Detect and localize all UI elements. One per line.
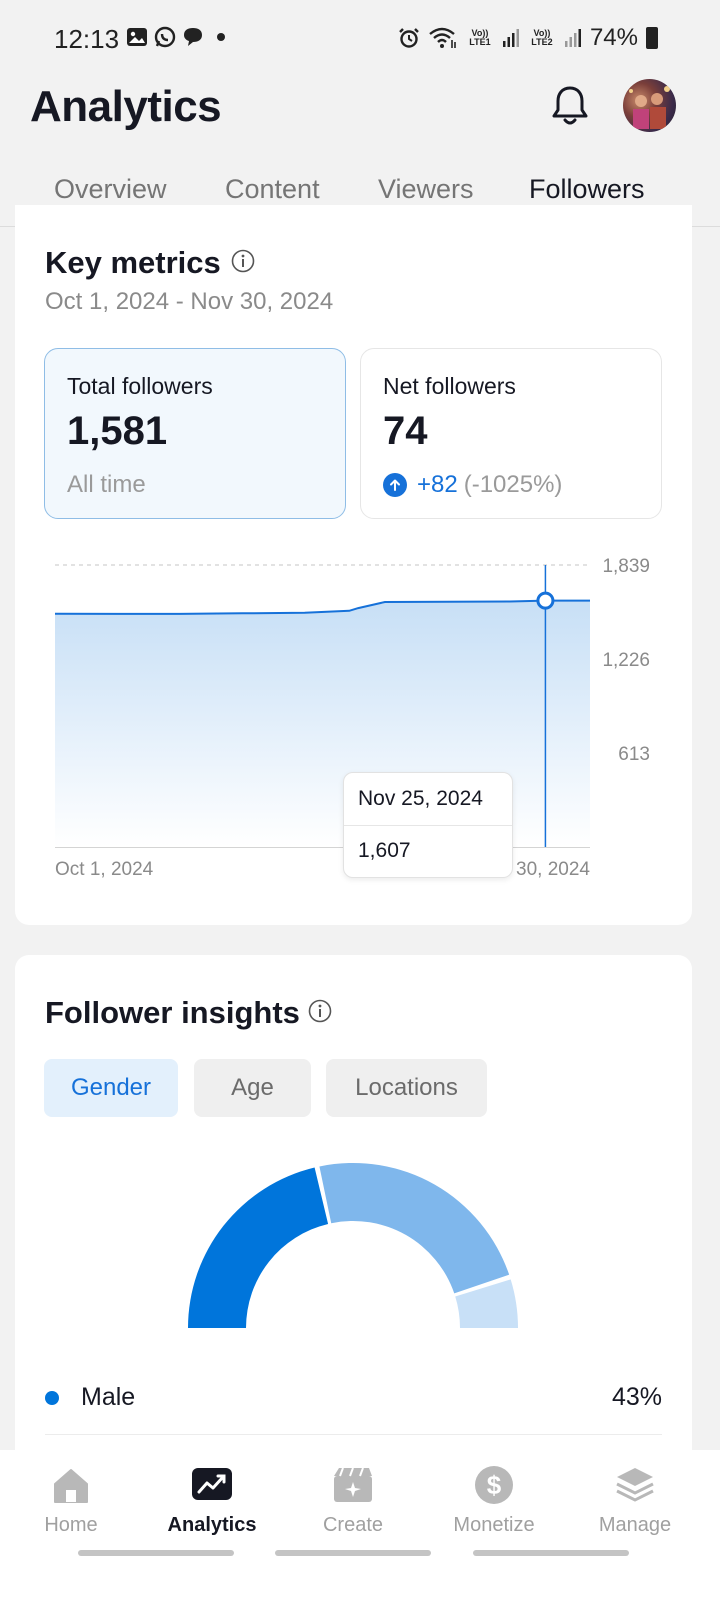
alarm-icon xyxy=(399,28,419,48)
y-tick-label: 1,226 xyxy=(602,650,650,671)
legend-row-male: Male 43% xyxy=(45,1375,662,1435)
system-icons: Vo)) LTE1 Vo)) LTE2 74% xyxy=(398,24,658,52)
signal-icon xyxy=(564,29,581,47)
total-followers-label: Total followers xyxy=(67,373,213,399)
chip-age[interactable]: Age xyxy=(194,1059,311,1117)
net-followers-delta: +82 (-1025%) xyxy=(383,471,562,499)
key-metrics-card: Key metrics Oct 1, 2024 - Nov 30, 2024 T… xyxy=(15,205,692,925)
chip-gender[interactable]: Gender xyxy=(44,1059,178,1117)
gesture-bar xyxy=(78,1550,234,1556)
total-followers-subtext: All time xyxy=(67,471,146,498)
tooltip-value: 1,607 xyxy=(358,839,411,862)
nav-monetize[interactable]: $ Monetize xyxy=(434,1464,554,1537)
gallery-icon xyxy=(127,28,147,46)
legend-dot-male xyxy=(45,1391,59,1405)
gesture-bar xyxy=(275,1550,431,1556)
manage-icon xyxy=(616,1468,654,1502)
notification-icons xyxy=(126,26,232,48)
dot-icon xyxy=(217,33,225,41)
y-tick-label: 613 xyxy=(618,744,650,765)
analytics-icon xyxy=(192,1468,232,1500)
net-followers-label: Net followers xyxy=(383,373,516,399)
delta-value: +82 xyxy=(417,471,458,498)
tab-content[interactable]: Content xyxy=(225,174,320,205)
page-title: Analytics xyxy=(30,82,222,131)
delta-percent: (-1025%) xyxy=(463,471,563,498)
nav-analytics-label: Analytics xyxy=(167,1514,257,1536)
total-followers-card[interactable]: Total followers 1,581 All time xyxy=(44,348,346,519)
gesture-bar xyxy=(473,1550,629,1556)
nav-home[interactable]: Home xyxy=(11,1464,131,1537)
x-tick-label: Oct 1, 2024 xyxy=(55,859,154,880)
battery-percent: 74% xyxy=(589,24,638,51)
avatar[interactable] xyxy=(623,79,676,132)
battery-icon xyxy=(646,27,658,49)
nav-create-label: Create xyxy=(322,1514,384,1536)
home-icon xyxy=(54,1469,88,1503)
y-tick-label: 1,839 xyxy=(602,556,650,577)
tooltip-divider xyxy=(344,825,512,826)
follower-insights-card: Follower insights Gender Age Locations M… xyxy=(15,955,692,1475)
tooltip-date: Nov 25, 2024 xyxy=(358,787,483,810)
status-bar: 12:13 Vo)) LTE1 Vo)) LTE2 74% xyxy=(0,0,720,78)
sim1-label: Vo)) LTE1 xyxy=(469,28,491,47)
create-icon xyxy=(334,1467,372,1502)
status-time: 12:13 xyxy=(54,24,120,54)
bottom-nav: Home Analytics Create $ Monetize Manage xyxy=(0,1450,720,1600)
chart-tooltip: Nov 25, 2024 1,607 xyxy=(343,772,513,878)
nav-manage-label: Manage xyxy=(598,1514,672,1536)
follower-insights-title: Follower insights xyxy=(45,995,300,1030)
chip-locations[interactable]: Locations xyxy=(326,1059,487,1117)
net-followers-card[interactable]: Net followers 74 +82 (-1025%) xyxy=(360,348,662,519)
nav-monetize-label: Monetize xyxy=(453,1514,535,1536)
tab-followers[interactable]: Followers xyxy=(529,174,645,205)
arrow-up-icon xyxy=(383,473,407,497)
donut-segment xyxy=(319,1163,510,1294)
monetize-icon: $ xyxy=(475,1466,513,1504)
nav-create[interactable]: Create xyxy=(293,1464,413,1537)
tab-overview[interactable]: Overview xyxy=(54,174,167,205)
nav-home-label: Home xyxy=(44,1514,98,1536)
gender-donut-chart xyxy=(188,1163,518,1328)
nav-manage[interactable]: Manage xyxy=(575,1464,695,1537)
chat-icon xyxy=(184,28,202,46)
net-followers-value: 74 xyxy=(383,409,428,453)
date-range: Oct 1, 2024 - Nov 30, 2024 xyxy=(45,288,334,315)
data-point-selected[interactable] xyxy=(536,591,555,610)
notifications-button[interactable] xyxy=(546,82,594,130)
tab-viewers[interactable]: Viewers xyxy=(378,174,474,205)
wifi-icon xyxy=(429,27,456,48)
info-icon[interactable] xyxy=(231,249,255,273)
donut-segment xyxy=(188,1167,329,1328)
svg-text:$: $ xyxy=(487,1470,502,1500)
bell-icon xyxy=(552,86,588,125)
key-metrics-title: Key metrics xyxy=(45,245,221,280)
sim2-label: Vo)) LTE2 xyxy=(531,28,553,47)
legend-value-male: 43% xyxy=(611,1383,662,1411)
avatar-image xyxy=(629,86,670,129)
nav-analytics[interactable]: Analytics xyxy=(152,1464,272,1537)
total-followers-value: 1,581 xyxy=(67,409,168,453)
legend-label-male: Male xyxy=(81,1383,136,1411)
whatsapp-icon xyxy=(154,26,176,48)
info-icon[interactable] xyxy=(308,999,332,1023)
signal-icon xyxy=(502,29,519,47)
